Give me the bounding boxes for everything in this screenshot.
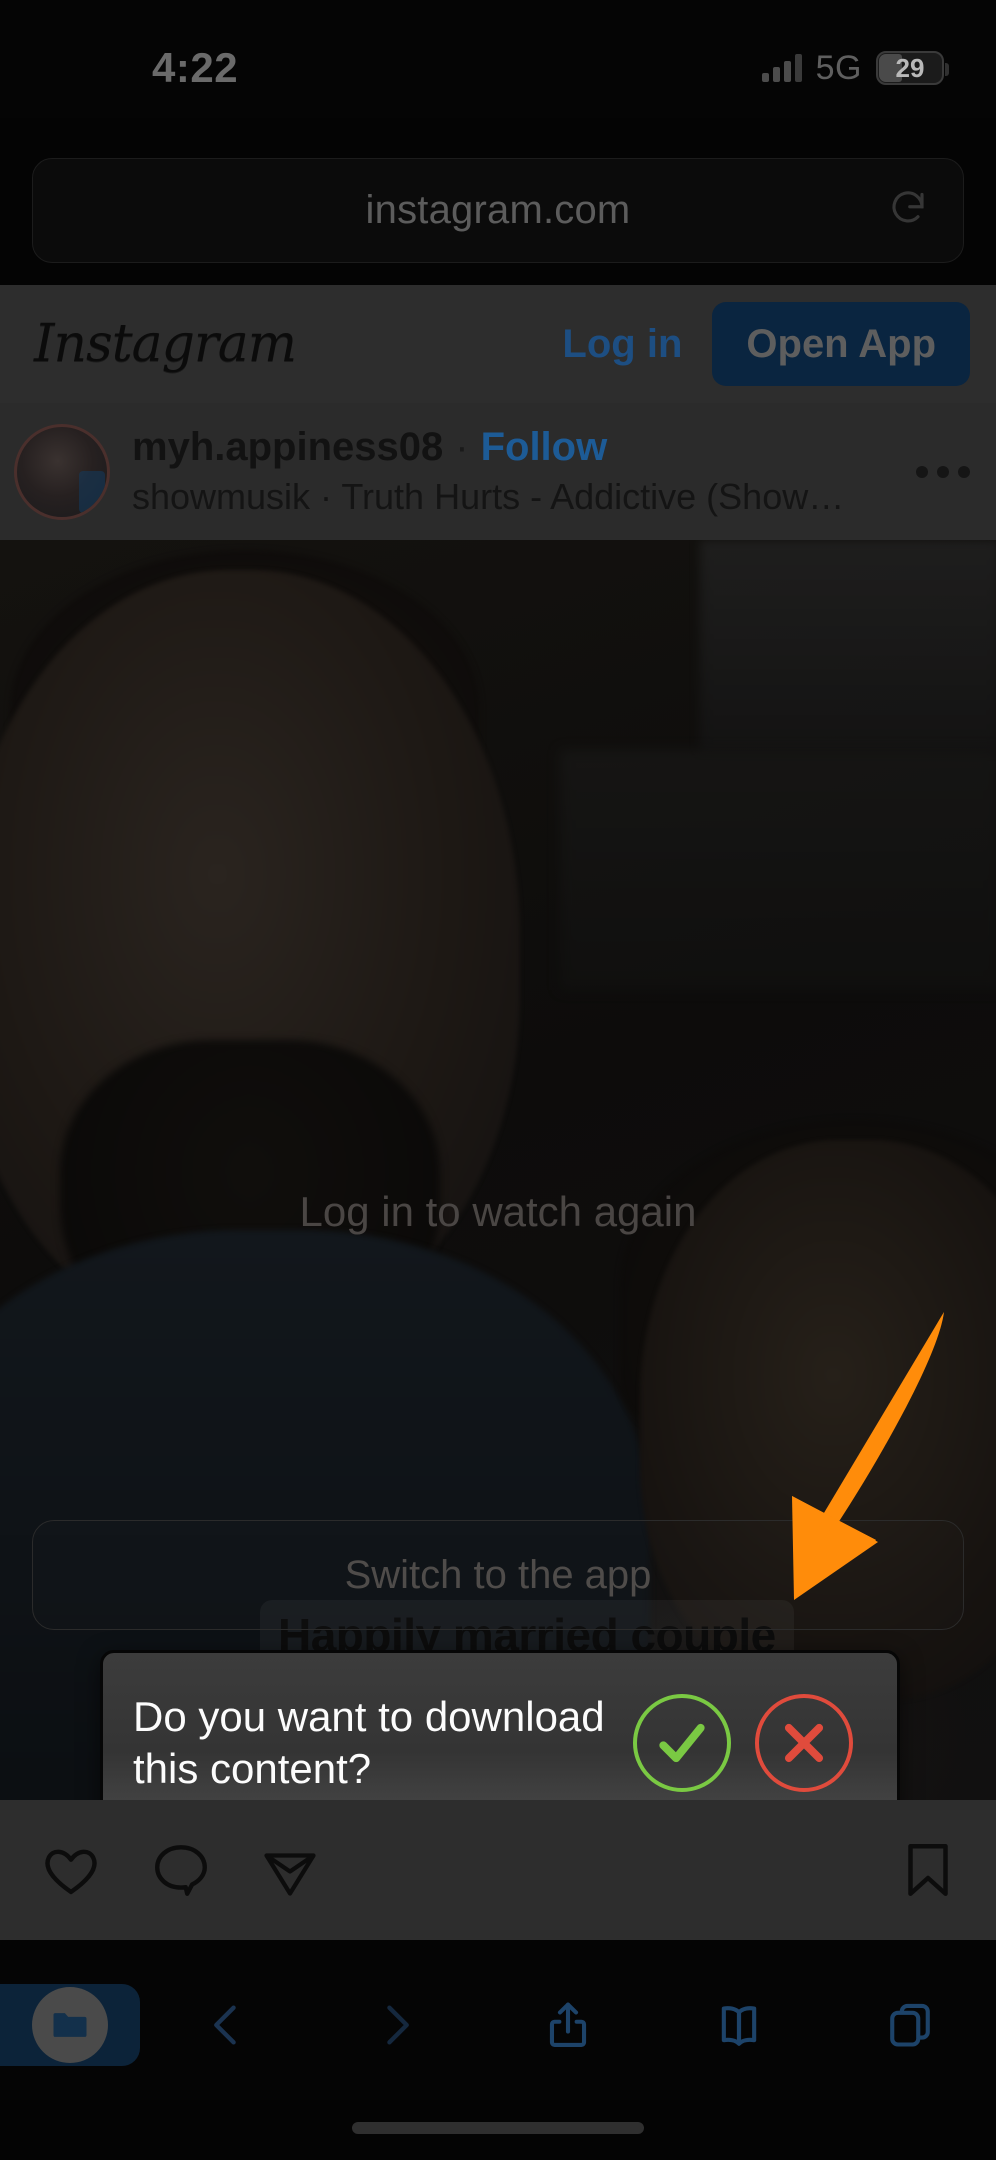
post-username[interactable]: myh.appiness08 — [132, 425, 443, 470]
url-text: instagram.com — [365, 188, 631, 232]
user-avatar[interactable] — [14, 423, 110, 520]
heart-icon[interactable] — [40, 1839, 102, 1901]
cancel-download-button[interactable] — [755, 1693, 853, 1792]
tabs-icon — [890, 2003, 931, 2047]
tabs-button[interactable] — [825, 1999, 996, 2051]
post-identity-line: myh.appiness08 · Follow — [132, 425, 904, 470]
dialog-actions — [633, 1693, 853, 1792]
downloads-button[interactable] — [0, 1984, 140, 2066]
instagram-logo[interactable]: Instagram — [34, 314, 297, 374]
bookmark-icon[interactable] — [900, 1840, 956, 1900]
paper-plane-icon[interactable] — [260, 1840, 320, 1900]
dialog-message: Do you want to download this content? — [133, 1693, 605, 1792]
back-button[interactable] — [140, 1999, 311, 2051]
comment-icon[interactable] — [150, 1839, 212, 1901]
confirm-download-button[interactable] — [633, 1693, 731, 1792]
cellular-signal-icon — [761, 54, 802, 82]
bookmarks-button[interactable] — [654, 1999, 825, 2051]
switch-to-app-button[interactable]: Switch to the app — [32, 1520, 964, 1630]
home-indicator — [352, 2122, 644, 2134]
reload-icon[interactable] — [887, 187, 929, 234]
status-indicators: 5G 29 — [761, 48, 949, 88]
phone-screen: 4:22 5G 29 instagram.com Instagram Log i… — [0, 0, 996, 2160]
background-shelf — [560, 750, 996, 990]
status-bar: 4:22 5G 29 — [0, 0, 996, 118]
chevron-right-icon — [387, 2005, 409, 2045]
forward-button[interactable] — [311, 1999, 482, 2051]
address-bar[interactable]: instagram.com — [32, 158, 964, 263]
share-button[interactable] — [482, 1998, 653, 2052]
follow-button[interactable]: Follow — [481, 425, 608, 470]
switch-to-app-label: Switch to the app — [344, 1552, 652, 1597]
post-separator: · — [455, 425, 469, 469]
post-action-bar — [0, 1800, 996, 1940]
post-header: myh.appiness08 · Follow showmusik · Trut… — [0, 403, 996, 540]
close-x-icon — [784, 1723, 824, 1762]
checkmark-icon — [659, 1723, 705, 1762]
safari-toolbar — [0, 1950, 996, 2100]
book-icon — [721, 2006, 757, 2046]
watch-again-label: Log in to watch again — [299, 1188, 697, 1235]
folder-glyph — [53, 2013, 87, 2037]
post-meta: myh.appiness08 · Follow showmusik · Trut… — [132, 425, 904, 518]
status-time: 4:22 — [152, 44, 239, 91]
post-audio-label[interactable]: showmusik · Truth Hurts - Addictive (Sho… — [132, 476, 872, 518]
battery-icon: 29 — [876, 51, 949, 85]
network-type-label: 5G — [815, 48, 862, 87]
open-app-button[interactable]: Open App — [712, 302, 970, 386]
battery-level-label: 29 — [895, 52, 925, 83]
instagram-header: Instagram Log in Open App — [0, 285, 996, 403]
login-link[interactable]: Log in — [562, 322, 682, 367]
share-icon — [549, 2002, 587, 2047]
downloads-folder-icon — [32, 1987, 108, 2063]
background-window — [700, 540, 996, 750]
chevron-left-icon — [213, 2005, 236, 2045]
more-options-icon[interactable] — [904, 465, 970, 478]
